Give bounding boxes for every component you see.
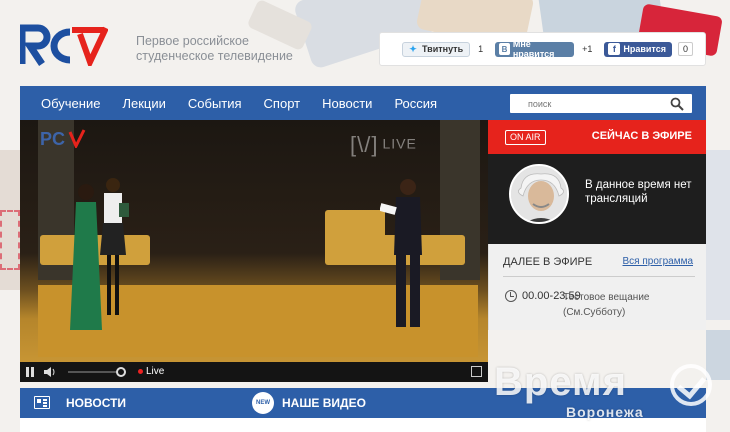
nav-item-education[interactable]: Обучение (41, 96, 100, 111)
full-schedule-link[interactable]: Вся программа (623, 256, 693, 267)
twitter-bird-icon: ✦ (409, 43, 417, 54)
player-controls: Live (20, 362, 488, 382)
performer-tuxedo (380, 179, 422, 327)
nav-item-sport[interactable]: Спорт (264, 96, 301, 111)
vk-icon: B (499, 43, 510, 55)
site-tagline: Первое российское студенческое телевиден… (136, 34, 293, 63)
volume-slider-handle[interactable] (116, 367, 126, 377)
divider (503, 276, 695, 277)
onair-title: СЕЙЧАС В ЭФИРЕ (591, 130, 692, 142)
content-area (20, 418, 706, 432)
live-watermark: [\/] LIVE (350, 132, 417, 157)
fullscreen-icon[interactable] (471, 366, 482, 377)
svg-text:PC: PC (40, 129, 65, 148)
vk-label: Мне нравится (512, 39, 555, 59)
facebook-icon: f (608, 43, 621, 55)
live-indicator-dot (138, 369, 143, 374)
facebook-label: Нравится (623, 44, 666, 54)
nav-item-news[interactable]: Новости (322, 96, 372, 111)
twitter-label: Твитнуть (422, 44, 464, 54)
tab-news[interactable]: НОВОСТИ (66, 396, 126, 410)
new-badge-icon: NEW (252, 392, 274, 414)
current-broadcast-text: В данное время нет трансляций (585, 179, 692, 205)
search-input[interactable] (510, 95, 660, 112)
vk-count: +1 (582, 44, 593, 54)
vremya-voronezha-watermark: Время Воронежа (494, 360, 712, 420)
nav-item-russia[interactable]: Россия (394, 96, 437, 111)
presenter-avatar (509, 164, 569, 224)
twitter-button[interactable]: ✦ Твитнуть (402, 41, 471, 57)
nav-item-lectures[interactable]: Лекции (122, 96, 165, 111)
vk-like-button[interactable]: B Мне нравится (495, 39, 575, 59)
schedule-show: Тестовое вещание (См.Субботу) (563, 292, 650, 318)
onair-badge: ON AIR (505, 130, 546, 145)
nav-item-events[interactable]: События (188, 96, 242, 111)
current-broadcast-panel: В данное время нет трансляций (488, 154, 706, 244)
broadcast-bracket-icon: [\/] (350, 132, 379, 157)
rstv-logo[interactable] (20, 24, 108, 66)
video-frame[interactable]: PC [\/] LIVE (20, 120, 488, 362)
video-player[interactable]: PC [\/] LIVE Live (20, 120, 488, 382)
tab-our-video[interactable]: НАШЕ ВИДЕО (282, 396, 366, 410)
channel-logo-overlay: PC (40, 129, 86, 148)
facebook-like-button[interactable]: f Нравится (604, 41, 672, 57)
checkmark-icon (670, 364, 712, 406)
performer-school-uniform (100, 178, 129, 315)
volume-icon[interactable] (44, 367, 56, 377)
main-nav: Обучение Лекции События Спорт Новости Ро… (20, 86, 706, 120)
newspaper-icon (34, 396, 50, 409)
facebook-count: 0 (677, 42, 693, 56)
watermark-big-text: Время (494, 360, 627, 404)
pause-icon[interactable] (26, 367, 36, 377)
search-icon[interactable] (670, 97, 684, 111)
next-title: ДАЛЕЕ В ЭФИРЕ (503, 256, 593, 268)
twitter-count: 1 (478, 44, 484, 54)
live-label: Live (146, 366, 165, 377)
next-on-air-panel: ДАЛЕЕ В ЭФИРЕ Вся программа 00.00-23.59 … (488, 244, 706, 330)
watermark-small-text: Воронежа (566, 404, 644, 420)
onair-header: ON AIR СЕЙЧАС В ЭФИРЕ (488, 120, 706, 154)
clock-icon (505, 290, 517, 302)
search-box (510, 94, 692, 113)
social-share-bar: ✦ Твитнуть 1 B Мне нравится +1 f Нравитс… (379, 32, 706, 66)
